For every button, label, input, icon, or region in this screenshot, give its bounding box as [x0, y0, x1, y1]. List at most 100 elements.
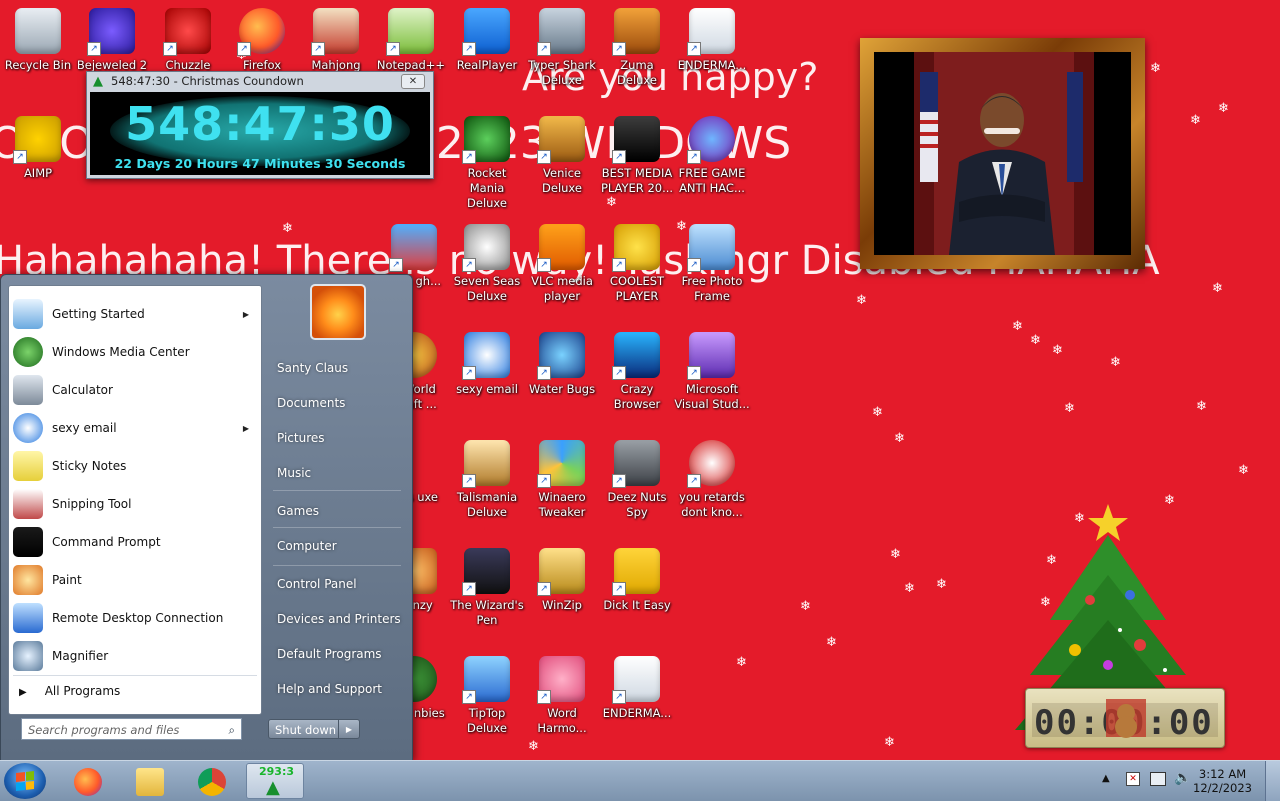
countdown-titlebar[interactable]: ▲ 548:47:30 - Christmas Coundown ✕	[87, 72, 433, 90]
taskbar-chrome[interactable]	[184, 763, 240, 799]
start-menu-place[interactable]: Pictures	[277, 431, 325, 445]
globe-icon: ↗	[687, 116, 735, 164]
countdown-window[interactable]: ▲ 548:47:30 - Christmas Coundown ✕ 548:4…	[86, 71, 434, 179]
desktop-icon[interactable]: ↗ Dick It Easy	[599, 546, 675, 613]
show-desktop-button[interactable]	[1265, 761, 1280, 801]
desktop-icon[interactable]: ↗ WinZip	[524, 546, 600, 613]
desktop-icon[interactable]: ↗ Mahjong	[298, 6, 374, 73]
taskbar-explorer[interactable]	[122, 763, 178, 799]
desktop[interactable]: Are you happy? OOO OOOO OODDY 2023 WINDO…	[0, 0, 1280, 760]
desktop-icon[interactable]: ↗ Winaero Tweaker	[524, 438, 600, 520]
desktop-icon-label: AIMP	[23, 166, 53, 180]
desktop-icon[interactable]: ↗ Rocket Mania Deluxe	[449, 114, 525, 211]
shutdown-options-arrow[interactable]: ▶	[338, 720, 359, 738]
start-menu-place[interactable]: Documents	[277, 396, 345, 410]
desktop-icon[interactable]: ↗ Free Photo Frame	[674, 222, 750, 304]
search-input[interactable]: Search programs and files ⌕	[21, 718, 242, 740]
desktop-icon-label: VLC media player	[531, 274, 593, 303]
desktop-icon[interactable]: ↗ Talismania Deluxe	[449, 438, 525, 520]
desktop-icon[interactable]: ↗ ENDERMA...	[674, 6, 750, 73]
window-icon: ↗	[612, 656, 660, 704]
desktop-icon[interactable]: ↗ you retards dont kno...	[674, 438, 750, 520]
desktop-icon[interactable]: ↗ VLC media player	[524, 222, 600, 304]
submenu-arrow-icon[interactable]: ▶	[243, 424, 249, 433]
realplayer-icon: ↗	[462, 8, 510, 56]
desktop-icon[interactable]: ↗ Chuzzle	[150, 6, 226, 73]
start-menu-place[interactable]: Control Panel	[277, 577, 357, 591]
snowflake-icon: ❄	[1212, 281, 1223, 296]
desktop-icon-label: Rocket Mania Deluxe	[467, 166, 507, 210]
taskbar-firefox[interactable]	[60, 763, 116, 799]
talismania-icon: ↗	[462, 440, 510, 488]
search-icon[interactable]: ⌕	[229, 719, 235, 741]
mini-timer-widget[interactable]: 00:00:00	[1025, 688, 1225, 748]
photo-icon: ↗	[687, 224, 735, 272]
start-menu-place[interactable]: Computer	[277, 539, 337, 553]
shortcut-arrow-icon: ↗	[687, 366, 701, 380]
desktop-icon[interactable]: ↗ Word Harmo...	[524, 654, 600, 736]
flag-icon[interactable]: ✕	[1126, 772, 1140, 786]
desktop-icon[interactable]: ↗ Notepad++	[373, 6, 449, 73]
desktop-icon[interactable]: ↗ sexy email	[449, 330, 525, 397]
desktop-icon-label: ENDERMA...	[602, 706, 672, 720]
desktop-icon[interactable]: ↗ The Wizard's Pen	[449, 546, 525, 628]
show-hidden-icons-button[interactable]: ▲	[1102, 773, 1110, 784]
desktop-icon[interactable]: ↗ Zuma Deluxe	[599, 6, 675, 88]
start-menu-item[interactable]: Getting Started ▶	[13, 297, 257, 331]
start-button[interactable]	[4, 763, 46, 799]
network-icon[interactable]	[1150, 772, 1166, 786]
start-menu-place[interactable]: Music	[277, 466, 311, 480]
start-menu-item[interactable]: Remote Desktop Connection	[13, 601, 257, 635]
start-menu-place[interactable]: Games	[277, 504, 319, 518]
desktop-icon[interactable]: ↗ RealPlayer	[449, 6, 525, 73]
start-menu-place[interactable]: Default Programs	[277, 647, 382, 661]
rocket-icon: ↗	[462, 116, 510, 164]
start-menu-item[interactable]: Calculator	[13, 373, 257, 407]
clock[interactable]: 3:12 AM 12/2/2023	[1193, 767, 1252, 795]
snowflake-icon: ❄	[856, 293, 867, 308]
desktop-icon[interactable]: ↗ Firefox	[224, 6, 300, 73]
desktop-icon[interactable]: ↗ Deez Nuts Spy	[599, 438, 675, 520]
close-button[interactable]: ✕	[401, 74, 425, 89]
desktop-icon[interactable]: ↗ BEST MEDIA PLAYER 20...	[599, 114, 675, 196]
start-menu-place[interactable]: Devices and Printers	[277, 612, 401, 626]
shortcut-arrow-icon: ↗	[462, 258, 476, 272]
taskbar-countdown[interactable]: 293:3 ▲	[246, 763, 304, 799]
start-menu-item[interactable]: Paint	[13, 563, 257, 597]
volume-icon[interactable]: 🔈	[1174, 770, 1191, 786]
media-center-icon	[13, 337, 43, 367]
start-menu-item[interactable]: Sticky Notes	[13, 449, 257, 483]
desktop-icon-label: Microsoft Visual Stud...	[674, 382, 750, 411]
desktop-icon[interactable]: ↗ FREE GAME ANTI HAC...	[674, 114, 750, 196]
desktop-icon-label: Typer Shark Deluxe	[528, 58, 596, 87]
start-menu-item[interactable]: Snipping Tool	[13, 487, 257, 521]
start-menu-item[interactable]: Windows Media Center	[13, 335, 257, 369]
start-menu-place[interactable]: Help and Support	[277, 682, 382, 696]
start-menu-item[interactable]: Magnifier	[13, 639, 257, 673]
start-menu-item[interactable]: sexy email ▶	[13, 411, 257, 445]
desktop-icon[interactable]: ↗ COOLEST PLAYER	[599, 222, 675, 304]
desktop-icon-label: you retards dont kno...	[679, 490, 745, 519]
start-menu-item-label: Sticky Notes	[52, 459, 127, 473]
star-icon: ↗	[612, 332, 660, 380]
shutdown-button[interactable]: Shut down ▶	[268, 719, 360, 739]
user-avatar[interactable]	[310, 284, 366, 340]
start-menu[interactable]: Getting Started ▶ Windows Media Center Calc…	[0, 274, 413, 760]
desktop-icon[interactable]: ↗ Microsoft Visual Stud...	[674, 330, 750, 412]
desktop-icon[interactable]: ↗ Venice Deluxe	[524, 114, 600, 196]
desktop-icon[interactable]: ↗ TipTop Deluxe	[449, 654, 525, 736]
desktop-icon[interactable]: ↗ ENDERMA...	[599, 654, 675, 721]
desktop-icon[interactable]: Recycle Bin	[0, 6, 76, 73]
submenu-arrow-icon[interactable]: ▶	[243, 310, 249, 319]
photo-frame-widget[interactable]	[860, 38, 1145, 269]
start-menu-place[interactable]: Santy Claus	[277, 361, 348, 375]
start-menu-item[interactable]: Command Prompt	[13, 525, 257, 559]
desktop-icon[interactable]: ↗ Bejeweled 2	[74, 6, 150, 73]
shortcut-arrow-icon: ↗	[612, 366, 626, 380]
all-programs-button[interactable]: ▶ All Programs	[19, 684, 120, 698]
desktop-icon[interactable]: ↗ Typer Shark Deluxe	[524, 6, 600, 88]
desktop-icon[interactable]: ↗ Crazy Browser	[599, 330, 675, 412]
desktop-icon[interactable]: ↗ Seven Seas Deluxe	[449, 222, 525, 304]
desktop-icon[interactable]: ↗ Water Bugs	[524, 330, 600, 397]
desktop-icon[interactable]: ↗ AIMP	[0, 114, 76, 181]
